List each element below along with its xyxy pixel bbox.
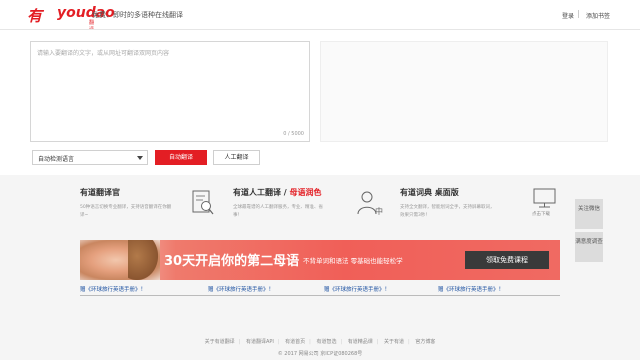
svg-text:中: 中	[375, 206, 383, 216]
free-course-button[interactable]: 领取免费课程	[465, 251, 549, 269]
header-divider	[578, 10, 579, 18]
course-banner[interactable]: 30天开启你的第二母语 不背单词和语法 零基础也能轻松学 领取免费课程	[80, 240, 560, 280]
translate-button[interactable]: 自动翻译	[155, 150, 207, 165]
banner-headline: 30天开启你的第二母语	[164, 254, 300, 269]
footer-separator: |	[309, 339, 311, 345]
result-panel	[320, 41, 608, 142]
download-label[interactable]: 点击下载	[532, 211, 550, 217]
person-translate-icon: 中	[357, 191, 383, 216]
product-desc: 支持全文翻译，智能划词全手，支持屏幕取词，效果只需3秒！	[400, 205, 495, 218]
header: 有道 youdao 翻译 免费、即时的多语种在线翻译 登录 添加书签	[0, 0, 640, 46]
follow-wechat-button[interactable]: 关注微信	[575, 199, 603, 229]
book-link[interactable]: 赠《环球旅行英语手册》！	[324, 285, 390, 293]
translation-area: 请输入要翻译的文字，或从网址可翻译双网页内容 0 / 5000 自动检测语言 自…	[0, 30, 640, 175]
banner-photo-detail	[128, 240, 158, 280]
product-title-accent: 母语润色	[289, 188, 322, 197]
login-link[interactable]: 登录	[562, 11, 574, 20]
product-title: 有道词典 桌面版	[400, 188, 459, 197]
language-select[interactable]: 自动检测语言	[32, 150, 148, 165]
human-translate-button[interactable]: 人工翻译	[213, 150, 260, 165]
product-desc: 全球最靠谱的人工翻译服务，专业、精准、省事！	[233, 205, 323, 218]
footer-separator: |	[238, 339, 241, 345]
divider	[80, 295, 560, 296]
book-link[interactable]: 赠《环球旅行英语手册》！	[208, 285, 274, 293]
footer-separator: |	[408, 339, 410, 345]
product-title: 有道人工翻译 / 母语润色	[233, 187, 322, 198]
footer-separator: |	[376, 339, 379, 345]
product-desktop-dict[interactable]: 有道词典 桌面版 支持全文翻译，智能划词全手，支持屏幕取词，效果只需3秒！ 点击…	[400, 187, 560, 227]
document-search-icon	[192, 190, 214, 215]
product-translator-app[interactable]: 有道翻译官 50种语言切换专业翻译，支持语音翻译在你翻译~	[80, 187, 240, 227]
footer-links: 关于有道翻译 | 有道翻译API | 有道首页 | 有道智选 | 有道精品课 | 关于有道…	[0, 338, 640, 345]
chevron-down-icon	[137, 156, 143, 160]
product-desc: 50种语言切换专业翻译，支持语音翻译在你翻译~	[80, 205, 172, 218]
book-link[interactable]: 赠《环球旅行英语手册》！	[80, 285, 146, 293]
book-links: 赠《环球旅行英语手册》！ 赠《环球旅行英语手册》！ 赠《环球旅行英语手册》！ 赠…	[80, 283, 560, 295]
product-title-main: 有道人工翻译 /	[233, 188, 290, 197]
source-textarea[interactable]: 请输入要翻译的文字，或从网址可翻译双网页内容 0 / 5000	[30, 41, 310, 142]
footer-link[interactable]: 有道翻译API	[246, 339, 274, 345]
monitor-icon	[533, 188, 556, 208]
source-placeholder: 请输入要翻译的文字，或从网址可翻译双网页内容	[37, 50, 170, 57]
add-bookmark-link[interactable]: 添加书签	[586, 11, 610, 20]
language-select-value: 自动检测语言	[38, 156, 75, 163]
footer-link[interactable]: 有道精品课	[348, 339, 373, 345]
footer-link[interactable]: 关于有道翻译	[205, 339, 235, 345]
footer-link[interactable]: 关于有道	[384, 339, 404, 345]
footer-separator: |	[340, 339, 343, 345]
copyright: © 2017 网易公司 京ICP证080268号	[277, 351, 363, 357]
footer-link[interactable]: 有道智选	[316, 339, 336, 345]
survey-button[interactable]: 满意度调查	[575, 232, 603, 262]
product-human-translation[interactable]: 有道人工翻译 / 母语润色 全球最靠谱的人工翻译服务，专业、精准、省事！ 中	[233, 187, 393, 227]
footer-link[interactable]: 官方博客	[415, 339, 435, 345]
char-count: 0 / 5000	[283, 131, 304, 137]
footer-separator: |	[277, 339, 280, 345]
footer-link[interactable]: 有道首页	[285, 339, 305, 345]
slogan: 免费、即时的多语种在线翻译	[92, 11, 183, 19]
product-title: 有道翻译官	[80, 188, 120, 197]
book-link[interactable]: 赠《环球旅行英语手册》！	[438, 285, 504, 293]
banner-subline: 不背单词和语法 零基础也能轻松学	[303, 257, 403, 265]
